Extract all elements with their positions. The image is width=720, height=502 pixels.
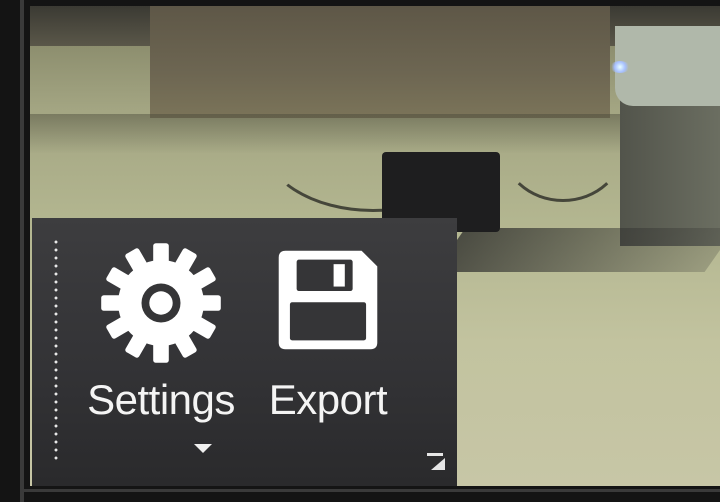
frame-left-border <box>20 0 24 502</box>
settings-button[interactable]: Settings <box>76 232 246 453</box>
frame-bottom-border <box>20 489 720 492</box>
video-toolbar: Settings Export <box>32 218 457 486</box>
export-button[interactable]: Export <box>260 232 396 442</box>
video-led-light <box>610 61 630 73</box>
video-right-object-top <box>615 26 720 106</box>
export-label: Export <box>268 376 388 423</box>
video-device-shadow <box>434 228 720 272</box>
panel-launcher-icon[interactable] <box>423 446 451 474</box>
floppy-disk-icon <box>278 250 378 350</box>
window-frame: Settings Export <box>0 0 720 502</box>
chevron-down-icon[interactable] <box>194 444 212 453</box>
toolbar-grip-handle[interactable] <box>54 238 58 463</box>
video-cable <box>500 86 626 202</box>
settings-label: Settings <box>87 376 235 423</box>
gear-icon <box>101 243 221 363</box>
